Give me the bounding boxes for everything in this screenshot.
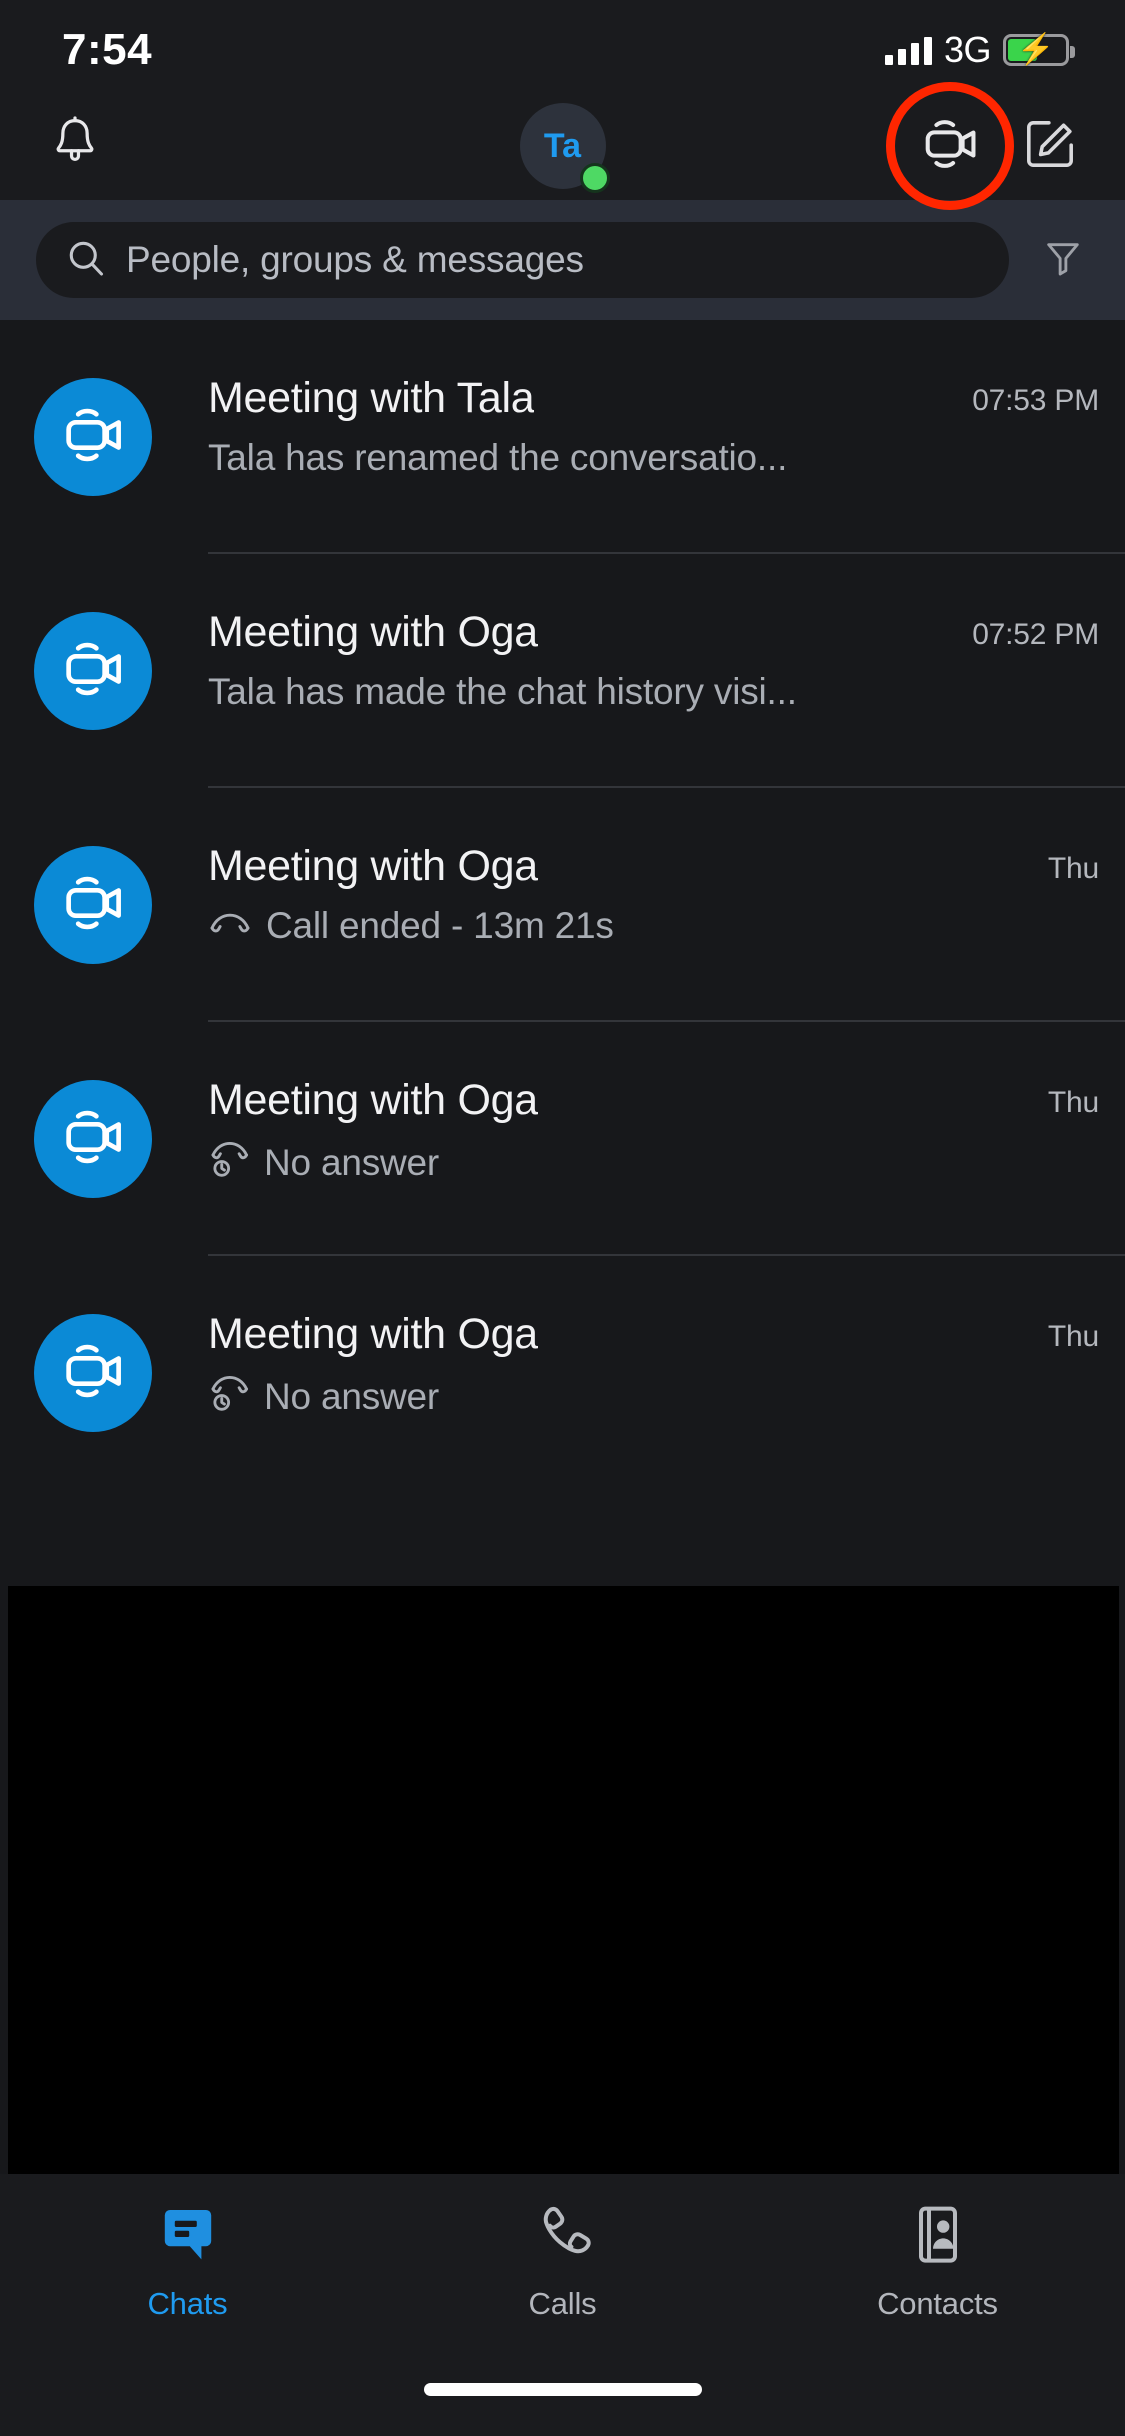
- top-navigation-bar: Ta: [0, 82, 1125, 210]
- blank-content-panel: [8, 1586, 1119, 2262]
- tab-contacts[interactable]: Contacts: [750, 2200, 1125, 2322]
- chat-item-body: Meeting with Oga 07:52 PM Tala has made …: [208, 554, 1099, 713]
- status-bar: 7:54 3G ⚡: [0, 0, 1125, 92]
- chat-avatar: [34, 1314, 152, 1432]
- skype-chats-screen: 7:54 3G ⚡ Ta People, groups & messages M…: [0, 0, 1125, 2436]
- filter-funnel-icon: [1042, 237, 1084, 284]
- battery-charging-icon: ⚡: [1003, 34, 1075, 66]
- chat-item-title: Meeting with Oga: [208, 1076, 538, 1124]
- chat-item-timestamp: 07:52 PM: [972, 618, 1099, 651]
- chat-avatar-cell: [34, 320, 208, 554]
- video-camera-icon: [917, 113, 983, 180]
- chat-bubble-icon: [158, 2200, 218, 2270]
- chat-list-item[interactable]: Meeting with Oga 07:52 PM Tala has made …: [0, 554, 1125, 788]
- search-icon: [66, 238, 106, 283]
- video-camera-icon: [57, 1337, 129, 1410]
- chat-avatar: [34, 1080, 152, 1198]
- status-bar-time: 7:54: [62, 25, 153, 74]
- chat-item-title: Meeting with Oga: [208, 842, 538, 890]
- chat-item-timestamp: Thu: [1047, 852, 1099, 885]
- call-no-answer-icon: [208, 1373, 250, 1420]
- chat-avatar: [34, 612, 152, 730]
- start-video-call-button[interactable]: [886, 82, 1014, 210]
- chat-avatar-cell: [34, 788, 208, 1022]
- avatar-initials: Ta: [543, 126, 582, 165]
- home-indicator-area: [0, 2348, 1125, 2436]
- tab-chats[interactable]: Chats: [0, 2200, 375, 2322]
- chat-list-item[interactable]: Meeting with Oga Thu No answer: [0, 1022, 1125, 1256]
- video-camera-icon: [57, 869, 129, 942]
- video-camera-icon: [57, 401, 129, 474]
- chat-item-subtitle: Tala has renamed the conversatio...: [208, 437, 788, 478]
- compose-pencil-icon: [1021, 115, 1079, 178]
- chat-item-subtitle: No answer: [264, 1141, 440, 1183]
- notifications-bell-button[interactable]: [36, 107, 114, 185]
- search-input[interactable]: People, groups & messages: [36, 222, 1009, 298]
- chat-item-subtitle: Tala has made the chat history visi...: [208, 671, 797, 712]
- chat-item-body: Meeting with Tala 07:53 PM Tala has rena…: [208, 320, 1099, 479]
- chat-item-title: Meeting with Oga: [208, 1310, 538, 1358]
- chat-item-body: Meeting with Oga Thu Call ended - 13m 21…: [208, 788, 1099, 947]
- chat-list-item[interactable]: Meeting with Oga Thu No answer: [0, 1256, 1125, 1490]
- status-bar-carrier: 3G: [943, 29, 992, 70]
- tab-chats-label: Chats: [147, 2286, 228, 2321]
- profile-avatar-button[interactable]: Ta: [519, 103, 610, 193]
- call-no-answer-icon: [208, 1139, 250, 1186]
- bottom-tab-bar: Chats Calls Contacts: [0, 2174, 1125, 2348]
- chat-item-subtitle: Call ended - 13m 21s: [266, 905, 614, 946]
- signal-bars-icon: [884, 35, 932, 65]
- chat-item-body: Meeting with Oga Thu No answer: [208, 1022, 1099, 1186]
- filter-button[interactable]: [1027, 224, 1099, 296]
- chat-item-timestamp: 07:53 PM: [972, 384, 1099, 417]
- contact-card-icon: [909, 2200, 967, 2270]
- chat-avatar-cell: [34, 554, 208, 788]
- chat-avatar: [34, 378, 152, 496]
- chat-avatar: [34, 846, 152, 964]
- tab-calls[interactable]: Calls: [375, 2200, 750, 2322]
- call-ended-icon: [208, 909, 252, 944]
- chat-item-title: Meeting with Oga: [208, 608, 538, 656]
- tab-calls-label: Calls: [528, 2286, 597, 2321]
- home-indicator[interactable]: [423, 2382, 702, 2396]
- chat-avatar-cell: [34, 1022, 208, 1256]
- bell-icon: [49, 115, 101, 178]
- chat-item-title: Meeting with Tala: [208, 374, 535, 422]
- tab-contacts-label: Contacts: [877, 2286, 998, 2321]
- phone-handset-icon: [534, 2200, 592, 2270]
- status-bar-indicators: 3G ⚡: [884, 29, 1075, 71]
- chat-item-timestamp: Thu: [1047, 1086, 1099, 1119]
- chat-item-body: Meeting with Oga Thu No answer: [208, 1256, 1099, 1420]
- video-camera-icon: [57, 635, 129, 708]
- search-bar-container: People, groups & messages: [0, 200, 1125, 320]
- chat-item-subtitle: No answer: [264, 1375, 440, 1417]
- presence-status-dot: [579, 163, 610, 193]
- chat-avatar-cell: [34, 1256, 208, 1490]
- chat-item-timestamp: Thu: [1047, 1320, 1099, 1353]
- chat-list-item[interactable]: Meeting with Tala 07:53 PM Tala has rena…: [0, 320, 1125, 554]
- search-placeholder-text: People, groups & messages: [126, 239, 584, 280]
- new-chat-compose-button[interactable]: [1011, 107, 1089, 185]
- nav-right-actions: [886, 82, 1089, 210]
- video-camera-icon: [57, 1103, 129, 1176]
- chat-list-item[interactable]: Meeting with Oga Thu Call ended - 13m 21…: [0, 788, 1125, 1022]
